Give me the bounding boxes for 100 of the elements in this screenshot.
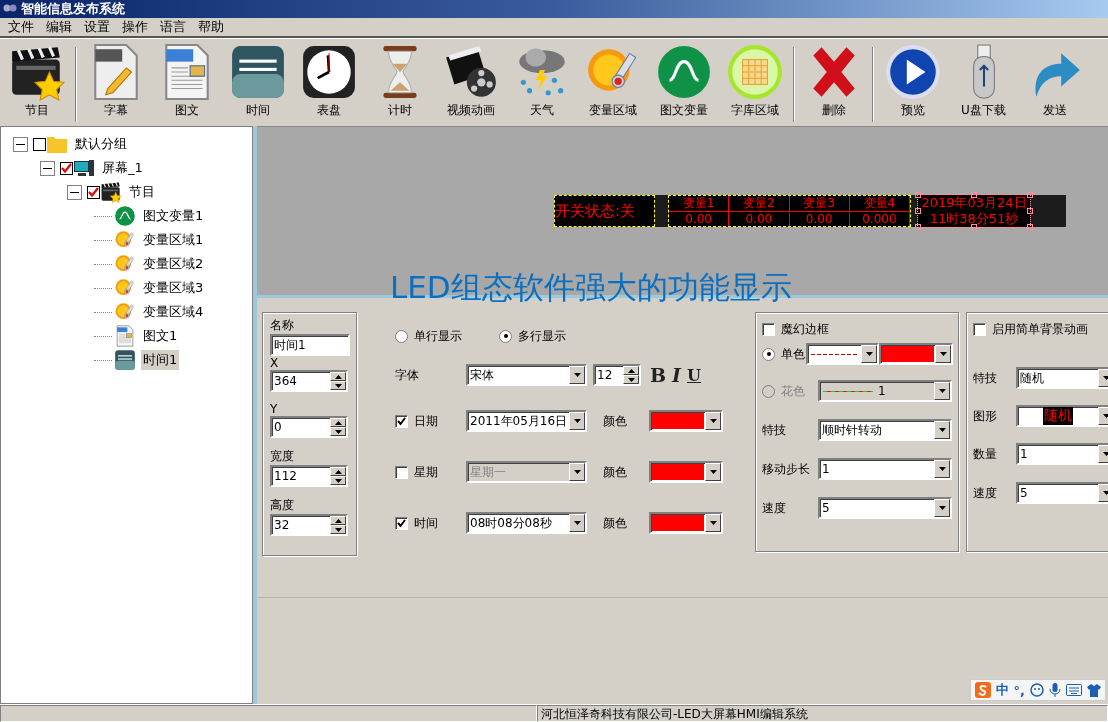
toolbar-button[interactable]: 图文变量 [648,43,719,126]
toolbar-button[interactable]: 预览 [877,43,948,126]
menu-item[interactable]: 编辑 [40,18,78,36]
menu-item[interactable]: 语言 [154,18,192,36]
menu-item[interactable]: 帮助 [192,18,230,36]
checkbox[interactable] [762,323,775,336]
shirt-icon[interactable] [1087,683,1101,697]
toolbar-button[interactable]: 发送 [1019,43,1090,126]
caret-down-icon[interactable] [709,521,717,525]
tree-item[interactable]: 图文1 [141,326,180,346]
spin-field[interactable]: 364 [270,370,348,392]
radio-label[interactable]: 单行显示 [414,327,462,345]
menu-item[interactable]: 文件 [2,18,40,36]
collapse-icon[interactable] [67,184,82,200]
checkbox[interactable] [395,516,408,530]
checkbox[interactable] [87,185,100,199]
radio-button[interactable] [395,329,408,343]
caret-up-icon[interactable] [334,518,342,523]
dropdown[interactable]: 顺时针转动 [818,419,952,441]
punctuation-mode-text[interactable]: °, [1013,682,1025,698]
caret-down-icon[interactable] [709,470,717,474]
line-style-dropdown[interactable] [806,343,879,365]
caret-down-icon[interactable] [334,478,342,483]
tree-item[interactable]: 屏幕_1 [100,158,145,178]
font-style-button[interactable]: I [669,364,684,386]
spin-field[interactable]: 0 [270,416,348,438]
tree-item[interactable]: 变量区域1 [141,230,206,250]
font-style-button[interactable]: U [683,365,704,385]
caret-down-icon[interactable] [573,521,581,525]
dropdown[interactable]: 1 [818,458,952,480]
toolbar-button[interactable]: 视频动画 [435,43,506,126]
caret-down-icon[interactable] [865,352,873,356]
tree-item[interactable]: 变量区域4 [141,302,206,322]
toolbar-button[interactable]: 表盘 [293,43,364,126]
caret-up-icon[interactable] [334,469,342,474]
checkbox[interactable] [973,323,986,336]
smiley-icon[interactable] [1030,683,1044,697]
toolbar-button[interactable]: 计时 [364,43,435,126]
dropdown[interactable]: 1 [1016,443,1108,465]
caret-down-icon[interactable] [334,429,342,434]
date-time-display[interactable]: 2019年03月24日 11时38分51秒 [918,195,1030,227]
caret-up-icon[interactable] [627,368,635,373]
dropdown[interactable]: 5 [1016,482,1108,504]
dropdown[interactable]: 08时08分08秒 [466,512,587,534]
tree-item[interactable]: 节目 [127,182,157,202]
toolbar-button[interactable]: U盘下载 [948,43,1019,126]
caret-down-icon[interactable] [938,389,946,393]
tree-item[interactable]: 变量区域3 [141,278,206,298]
tree-item[interactable]: 变量区域2 [141,254,206,274]
name-input[interactable]: 时间1 [270,334,350,356]
color-picker[interactable] [879,343,953,365]
checkbox-label[interactable]: 时间 [414,514,438,532]
tree-item[interactable]: 时间1 [141,350,180,370]
caret-down-icon[interactable] [573,419,581,423]
toolbar-button[interactable]: 字库区域 [719,43,790,126]
tree-item[interactable]: 图文变量1 [141,206,206,226]
caret-down-icon[interactable] [1102,452,1108,456]
font-dropdown[interactable]: 宋体 [466,364,587,386]
checkbox[interactable] [33,137,46,151]
spin-field[interactable]: 12 [593,364,641,386]
toolbar-button[interactable]: 图文 [151,43,222,126]
caret-down-icon[interactable] [334,383,342,388]
toolbar-button[interactable]: 天气 [506,43,577,126]
radio-button[interactable] [499,329,512,343]
spin-field[interactable]: 32 [270,514,348,536]
caret-down-icon[interactable] [938,506,946,510]
caret-down-icon[interactable] [938,428,946,432]
caret-down-icon[interactable] [709,419,717,423]
radio-label[interactable]: 多行显示 [518,327,566,345]
input-mode-text[interactable]: 中 [995,681,1009,699]
keyboard-icon[interactable] [1066,684,1082,696]
color-picker[interactable] [649,512,723,534]
toolbar-button[interactable]: 变量区域 [577,43,648,126]
caret-down-icon[interactable] [573,373,581,377]
caret-down-icon[interactable] [627,377,635,382]
font-style-button[interactable]: B [647,364,670,386]
tree-item[interactable]: 默认分组 [73,134,129,154]
checkbox-label[interactable]: 魔幻边框 [781,321,829,338]
menu-item[interactable]: 设置 [78,18,116,36]
dropdown[interactable]: 2011年05月16日 [466,410,587,432]
caret-down-icon[interactable] [334,527,342,532]
checkbox[interactable] [395,414,408,428]
toolbar-button[interactable]: 时间 [222,43,293,126]
caret-up-icon[interactable] [334,420,342,425]
toolbar-button[interactable]: 节目 [1,43,72,126]
checkbox[interactable] [60,161,73,175]
checkbox-label[interactable]: 日期 [414,412,438,430]
shape-dropdown[interactable]: 随机 [1016,405,1108,427]
checkbox-label[interactable]: 启用简单背景动画 [992,321,1088,338]
toolbar-button[interactable]: 字幕 [80,43,151,126]
spin-field[interactable]: 112 [270,465,348,487]
toolbar-button[interactable]: 删除 [798,43,869,126]
color-picker[interactable] [649,410,723,432]
caret-down-icon[interactable] [1102,491,1108,495]
dropdown[interactable]: 随机 [1016,367,1108,389]
dropdown[interactable]: 5 [818,497,952,519]
caret-down-icon[interactable] [1102,376,1108,380]
radio-button[interactable] [762,347,775,361]
radio-label[interactable]: 单色 [781,345,805,363]
menu-item[interactable]: 操作 [116,18,154,36]
